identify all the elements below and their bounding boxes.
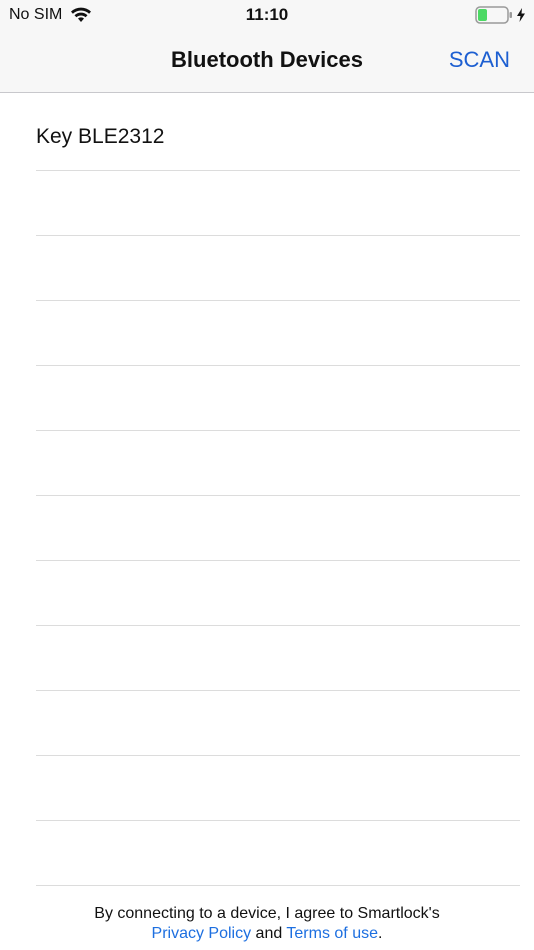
battery-status (475, 6, 526, 24)
status-bar: No SIM 11:10 (0, 0, 534, 30)
privacy-policy-link[interactable]: Privacy Policy (152, 925, 252, 942)
device-row[interactable]: Key BLE2312 (36, 93, 520, 171)
device-row[interactable] (36, 301, 520, 366)
device-row[interactable] (36, 756, 520, 821)
device-row[interactable] (36, 821, 520, 886)
navigation-bar: Bluetooth Devices SCAN (0, 30, 534, 93)
period-text: . (378, 925, 383, 942)
device-row[interactable] (36, 691, 520, 756)
device-list: Key BLE2312 (36, 93, 520, 886)
device-row[interactable] (36, 626, 520, 691)
bluetooth-devices-screen: No SIM 11:10 Bluetooth Devices SCAN Key … (0, 0, 534, 950)
device-row[interactable] (36, 236, 520, 301)
terms-of-use-link[interactable]: Terms of use (286, 925, 378, 942)
device-name: Key BLE2312 (36, 125, 165, 148)
status-time: 11:10 (245, 5, 289, 24)
device-row[interactable] (36, 496, 520, 561)
device-row[interactable] (36, 431, 520, 496)
device-row[interactable] (36, 171, 520, 236)
battery-icon (475, 6, 513, 24)
consent-text: By connecting to a device, I agree to Sm… (94, 905, 440, 922)
device-row[interactable] (36, 366, 520, 431)
scan-button[interactable]: SCAN (449, 47, 510, 73)
device-row[interactable] (36, 561, 520, 626)
and-text: and (251, 925, 287, 942)
charging-bolt-icon (516, 8, 526, 22)
consent-footer: By connecting to a device, I agree to Sm… (0, 904, 534, 944)
consent-links: Privacy Policy and Terms of use. (0, 924, 534, 944)
